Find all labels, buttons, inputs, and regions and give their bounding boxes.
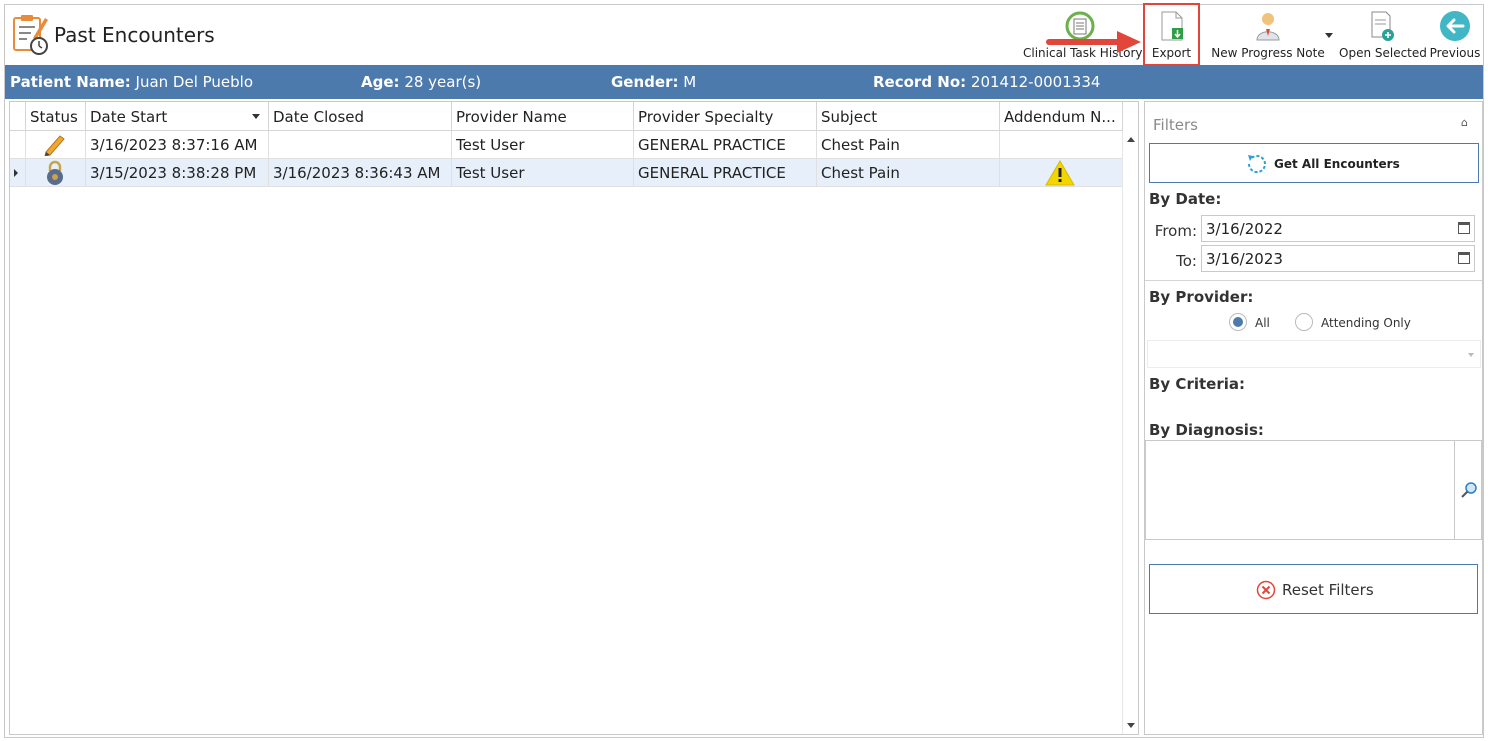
scroll-down-icon[interactable] [1127, 723, 1135, 728]
date-closed-cell: 3/16/2023 8:36:43 AM [269, 159, 452, 187]
scroll-up-icon[interactable] [1127, 137, 1135, 142]
provider-name-cell: Test User [452, 131, 634, 159]
close-circle-icon [1256, 580, 1276, 600]
get-all-encounters-label: Get All Encounters [1274, 157, 1400, 171]
by-diagnosis-label: By Diagnosis: [1149, 421, 1264, 439]
grid-vertical-scrollbar[interactable] [1122, 131, 1138, 734]
date-start-cell: 3/16/2023 8:37:16 AM [86, 131, 269, 159]
radio-attending-only[interactable] [1295, 313, 1313, 331]
encounters-grid: Status Date Start Date Closed Provider N… [9, 101, 1139, 735]
page-title: Past Encounters [54, 23, 215, 47]
patient-gender: Gender: M [611, 73, 697, 91]
header: Past Encounters Clinical Task History Ex… [5, 3, 1483, 66]
patient-record-number: Record No: 201412-0001334 [873, 73, 1101, 91]
to-label: To: [1176, 252, 1197, 270]
diagnosis-list[interactable] [1145, 440, 1455, 540]
provider-name-cell: Test User [452, 159, 634, 187]
status-cell [26, 159, 86, 187]
radio-attending-only-label: Attending Only [1321, 316, 1411, 330]
column-date-start[interactable]: Date Start [86, 102, 269, 131]
row-indicator [10, 159, 26, 187]
row-indicator-header [10, 102, 26, 131]
refresh-icon [1247, 155, 1266, 173]
reset-filters-button[interactable]: Reset Filters [1149, 564, 1478, 614]
radio-all-label: All [1255, 316, 1270, 330]
reset-filters-label: Reset Filters [1282, 581, 1374, 599]
column-subject[interactable]: Subject [817, 102, 1000, 131]
current-row-icon [14, 169, 18, 177]
divider [1145, 280, 1482, 281]
calendar-icon[interactable] [1458, 252, 1470, 264]
diagnosis-search-button[interactable] [1455, 440, 1482, 540]
row-indicator [10, 131, 26, 159]
grid-header: Status Date Start Date Closed Provider N… [10, 102, 1123, 131]
from-date-field[interactable]: 3/16/2022 [1201, 215, 1475, 242]
provider-specialty-cell: GENERAL PRACTICE [634, 131, 817, 159]
table-row[interactable]: 3/15/2023 8:38:28 PM 3/16/2023 8:36:43 A… [10, 159, 1123, 187]
column-status[interactable]: Status [26, 102, 86, 131]
subject-cell: Chest Pain [817, 131, 1000, 159]
sort-descending-icon [252, 114, 260, 119]
pencil-icon [44, 135, 65, 156]
column-date-closed[interactable]: Date Closed [269, 102, 452, 131]
table-row[interactable]: 3/16/2023 8:37:16 AM Test User GENERAL P… [10, 131, 1123, 159]
open-document-icon [1371, 11, 1394, 41]
to-date-value: 3/16/2023 [1206, 250, 1283, 268]
doctor-icon [1256, 13, 1280, 41]
addendum-cell [1000, 131, 1123, 159]
column-addendum[interactable]: Addendum N... [1000, 102, 1123, 131]
status-cell [26, 131, 86, 159]
date-closed-cell [269, 131, 452, 159]
search-icon [1461, 482, 1477, 498]
open-selected-label: Open Selected [1339, 46, 1427, 60]
filters-panel: Filters ⌂ Get All Encounters By Date: Fr… [1144, 101, 1483, 735]
subject-cell: Chest Pain [817, 159, 1000, 187]
column-provider-specialty[interactable]: Provider Specialty [634, 102, 817, 131]
by-criteria-label: By Criteria: [1149, 375, 1245, 393]
filters-title: Filters [1153, 116, 1198, 134]
column-provider-name[interactable]: Provider Name [452, 102, 634, 131]
by-date-label: By Date: [1149, 190, 1222, 208]
patient-age: Age: 28 year(s) [361, 73, 482, 91]
open-selected-button[interactable]: Open Selected [1339, 5, 1427, 65]
encounters-clipboard-icon [13, 15, 48, 55]
export-highlight-box [1143, 3, 1200, 66]
provider-select[interactable] [1147, 340, 1481, 368]
to-date-field[interactable]: 3/16/2023 [1201, 245, 1475, 272]
previous-label: Previous [1429, 46, 1481, 60]
patient-name: Patient Name: Juan Del Pueblo [10, 73, 254, 91]
past-encounters-window: Past Encounters Clinical Task History Ex… [4, 3, 1484, 738]
lock-icon [47, 160, 63, 185]
date-start-cell: 3/15/2023 8:38:28 PM [86, 159, 269, 187]
back-arrow-icon [1440, 11, 1470, 41]
patient-info-bar: Patient Name: Juan Del Pueblo Age: 28 ye… [5, 65, 1483, 99]
new-progress-note-button[interactable]: New Progress Note [1209, 5, 1327, 65]
pin-icon[interactable]: ⌂ [1461, 116, 1468, 129]
previous-button[interactable]: Previous [1429, 5, 1481, 65]
by-provider-label: By Provider: [1149, 288, 1254, 306]
addendum-cell [1000, 159, 1123, 187]
warning-icon [1045, 160, 1075, 186]
new-progress-note-label: New Progress Note [1211, 46, 1325, 60]
provider-specialty-cell: GENERAL PRACTICE [634, 159, 817, 187]
annotation-arrow-icon [1046, 31, 1141, 53]
chevron-down-icon [1468, 353, 1474, 357]
get-all-encounters-button[interactable]: Get All Encounters [1149, 143, 1479, 183]
new-progress-note-dropdown-icon[interactable] [1325, 33, 1333, 38]
radio-all[interactable] [1229, 313, 1247, 331]
from-date-value: 3/16/2022 [1206, 220, 1283, 238]
from-label: From: [1154, 222, 1197, 240]
calendar-icon[interactable] [1458, 222, 1470, 234]
